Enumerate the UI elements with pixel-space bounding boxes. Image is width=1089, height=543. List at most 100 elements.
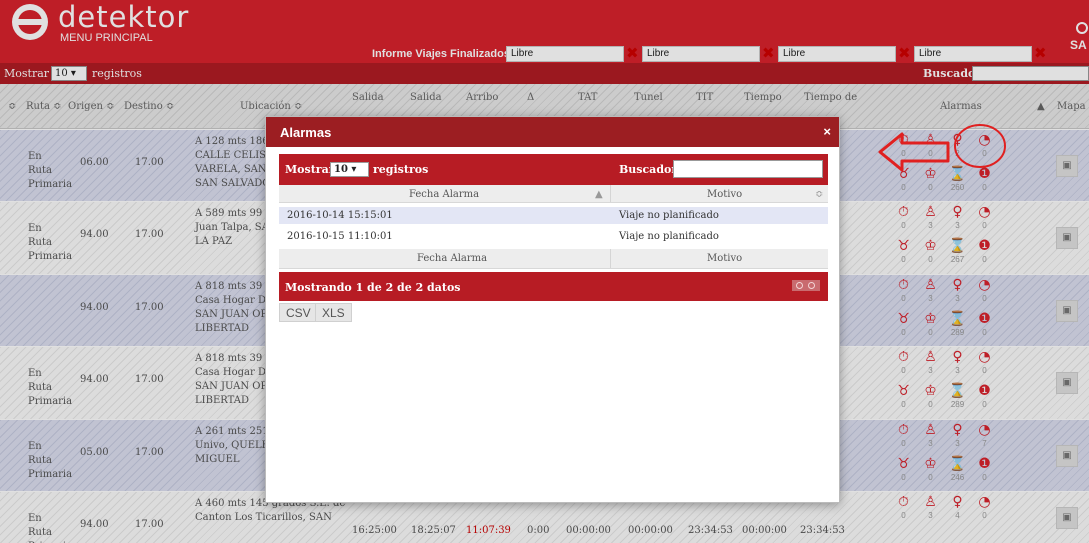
filter-input-3[interactable]: Libre: [778, 46, 896, 62]
timer-icon[interactable]: ⏱: [890, 278, 917, 292]
driver-icon[interactable]: ♔: [917, 312, 944, 326]
col-tat[interactable]: TAT: [578, 92, 597, 103]
col-tit[interactable]: TIT: [696, 92, 713, 103]
hourglass-icon[interactable]: ⌛: [944, 384, 971, 398]
location-pin-icon[interactable]: ♀: [944, 278, 971, 292]
col-origen[interactable]: Origen ≎: [68, 101, 115, 112]
csv-button[interactable]: CSV: [279, 303, 318, 322]
detektor-logo-icon[interactable]: [12, 4, 48, 40]
timer-icon[interactable]: ⏱: [890, 495, 917, 509]
gauge-icon[interactable]: ◔: [971, 205, 998, 219]
page-size-select[interactable]: 10 ▾: [51, 66, 87, 81]
person-icon[interactable]: ♙: [917, 133, 944, 147]
driver-icon[interactable]: ♔: [917, 239, 944, 253]
person-icon[interactable]: ♙: [917, 495, 944, 509]
hourglass-icon[interactable]: ⌛: [944, 167, 971, 181]
timer-icon[interactable]: ⏱: [890, 133, 917, 147]
timer-icon[interactable]: ⏱: [890, 423, 917, 437]
person-icon[interactable]: ♙: [917, 278, 944, 292]
timer-icon[interactable]: ⏱: [890, 350, 917, 364]
clear-filter-4-icon[interactable]: ✖: [1034, 46, 1048, 61]
col-tiempo[interactable]: Tiempo: [744, 92, 782, 103]
xls-button[interactable]: XLS: [315, 303, 352, 322]
filter-input-1[interactable]: Libre: [506, 46, 624, 62]
hourglass-icon[interactable]: ⌛: [944, 457, 971, 471]
filter-input-2[interactable]: Libre: [642, 46, 760, 62]
map-button[interactable]: ▣: [1056, 155, 1078, 177]
driver-icon[interactable]: ♔: [917, 384, 944, 398]
filter-input-4[interactable]: Libre: [914, 46, 1032, 62]
alarm-icons[interactable]: ⏱ 0 ♙ 3 ♀ 3 ◔ 7 ♉ 0 ♔ 0 ⌛ 246 ❶ 0: [888, 420, 996, 491]
person-pin-icon[interactable]: ♉: [890, 312, 917, 326]
modal-page-size-select[interactable]: 10 ▾: [330, 162, 369, 177]
col-ubicacion[interactable]: Ubicación ≎: [240, 101, 302, 112]
user-icon[interactable]: [1076, 22, 1088, 34]
map-button[interactable]: ▣: [1056, 507, 1078, 529]
person-pin-icon[interactable]: ♉: [890, 167, 917, 181]
col-tunel[interactable]: Tunel: [634, 92, 663, 103]
person-icon[interactable]: ♙: [917, 423, 944, 437]
timer-icon[interactable]: ⏱: [890, 205, 917, 219]
alarm-icons[interactable]: ⏱ 0 ♙ 3 ♀ 4 ◔ 0: [888, 492, 996, 543]
map-button[interactable]: ▣: [1056, 445, 1078, 467]
person-icon[interactable]: ♙: [917, 205, 944, 219]
person-icon[interactable]: ♙: [917, 350, 944, 364]
sort-icon[interactable]: ≎: [815, 189, 823, 200]
sort-icon[interactable]: ≎: [8, 101, 16, 112]
search-input[interactable]: [972, 66, 1089, 81]
col-destino[interactable]: Destino ≎: [124, 101, 174, 112]
modal-search-input[interactable]: [673, 160, 823, 178]
location-pin-icon[interactable]: ♀: [944, 495, 971, 509]
alert-icon[interactable]: ❶: [971, 239, 998, 253]
alarm-icons[interactable]: ⏱ 0 ♙ 0 ♀ 2 ◔ 0 ♉ 0 ♔ 0 ⌛ 260 ❶ 0: [888, 130, 996, 201]
alert-icon[interactable]: ❶: [971, 167, 998, 181]
driver-icon[interactable]: ♔: [917, 457, 944, 471]
map-button[interactable]: ▣: [1056, 300, 1078, 322]
alarm-icons[interactable]: ⏱ 0 ♙ 3 ♀ 3 ◔ 0 ♉ 0 ♔ 0 ⌛ 289 ❶ 0: [888, 347, 996, 419]
col-tiempo-de[interactable]: Tiempo de: [804, 92, 857, 103]
sort-asc-icon[interactable]: ▲: [595, 189, 603, 200]
close-icon[interactable]: ×: [823, 124, 831, 139]
pagination-icon[interactable]: [792, 280, 820, 291]
driver-icon[interactable]: ♔: [917, 167, 944, 181]
menu-principal-link[interactable]: MENU PRINCIPAL: [60, 32, 153, 44]
alert-icon[interactable]: ❶: [971, 384, 998, 398]
col-delta[interactable]: Δ: [527, 92, 534, 103]
person-pin-icon[interactable]: ♉: [890, 384, 917, 398]
gauge-icon[interactable]: ◔: [971, 423, 998, 437]
alarm-row[interactable]: 2016-10-15 11:10:01 Viaje no planificado: [279, 228, 828, 245]
clear-filter-1-icon[interactable]: ✖: [626, 46, 640, 61]
location-pin-icon[interactable]: ♀: [944, 205, 971, 219]
col-fecha-alarma[interactable]: Fecha Alarma: [409, 189, 479, 200]
hourglass-icon[interactable]: ⌛: [944, 239, 971, 253]
hourglass-icon[interactable]: ⌛: [944, 312, 971, 326]
col-ruta[interactable]: Ruta ≎: [26, 101, 62, 112]
col-salida-1[interactable]: Salida: [352, 92, 384, 103]
gauge-icon[interactable]: ◔: [971, 495, 998, 509]
clear-filter-2-icon[interactable]: ✖: [762, 46, 776, 61]
location-pin-icon[interactable]: ♀: [944, 133, 971, 147]
gauge-icon[interactable]: ◔: [971, 278, 998, 292]
gauge-icon[interactable]: ◔: [971, 350, 998, 364]
col-salida-2[interactable]: Salida: [410, 92, 442, 103]
col-motivo[interactable]: Motivo: [707, 189, 742, 200]
col-mapa[interactable]: Mapa: [1057, 101, 1086, 112]
sort-up-icon[interactable]: ▲: [1037, 101, 1045, 112]
location-pin-icon[interactable]: ♀: [944, 350, 971, 364]
location-pin-icon[interactable]: ♀: [944, 423, 971, 437]
person-pin-icon[interactable]: ♉: [890, 239, 917, 253]
alarm-icons[interactable]: ⏱ 0 ♙ 3 ♀ 3 ◔ 0 ♉ 0 ♔ 0 ⌛ 289 ❶ 0: [888, 275, 996, 346]
clear-filter-3-icon[interactable]: ✖: [898, 46, 912, 61]
map-button[interactable]: ▣: [1056, 227, 1078, 249]
alert-icon[interactable]: ❶: [971, 312, 998, 326]
alarm-icons[interactable]: ⏱ 0 ♙ 3 ♀ 3 ◔ 0 ♉ 0 ♔ 0 ⌛ 267 ❶ 0: [888, 202, 996, 274]
gauge-icon[interactable]: ◔: [971, 133, 998, 147]
alert-icon[interactable]: ❶: [971, 457, 998, 471]
person-pin-icon[interactable]: ♉: [890, 457, 917, 471]
col-alarmas[interactable]: Alarmas: [940, 101, 982, 112]
map-button[interactable]: ▣: [1056, 372, 1078, 394]
user-label[interactable]: SA: [1070, 38, 1087, 52]
cell-ruta: En Ruta Primaria: [28, 151, 73, 190]
alarm-row[interactable]: 2016-10-14 15:15:01 Viaje no planificado: [279, 207, 828, 224]
col-arribo[interactable]: Arribo: [466, 92, 498, 103]
